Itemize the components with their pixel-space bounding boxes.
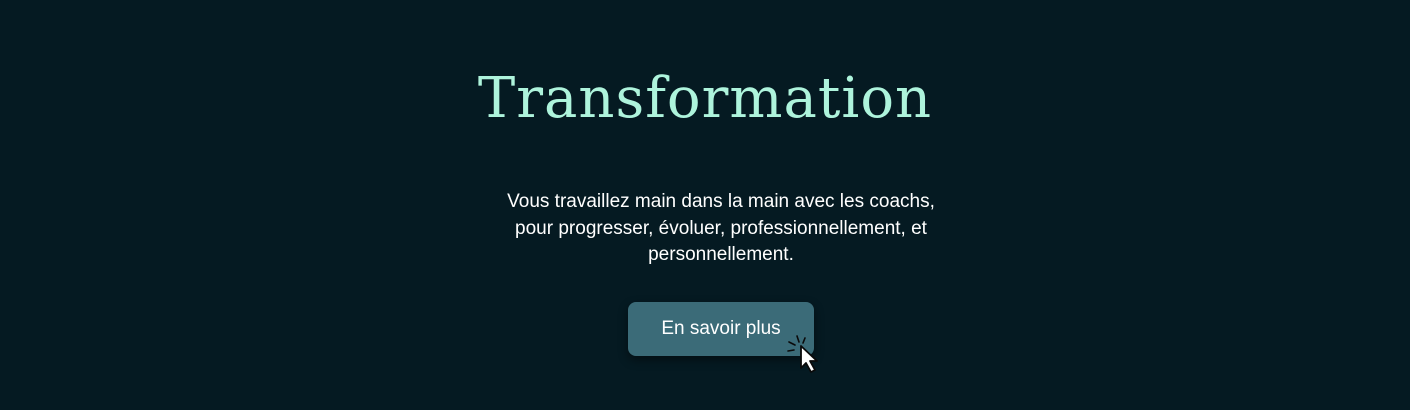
hero-title: Transformation xyxy=(477,66,933,131)
hero-description: Vous travaillez main dans la main avec l… xyxy=(507,191,935,265)
click-cursor-icon xyxy=(787,335,818,373)
hero-section: Transformation Vous travaillez main dans… xyxy=(0,0,1410,410)
